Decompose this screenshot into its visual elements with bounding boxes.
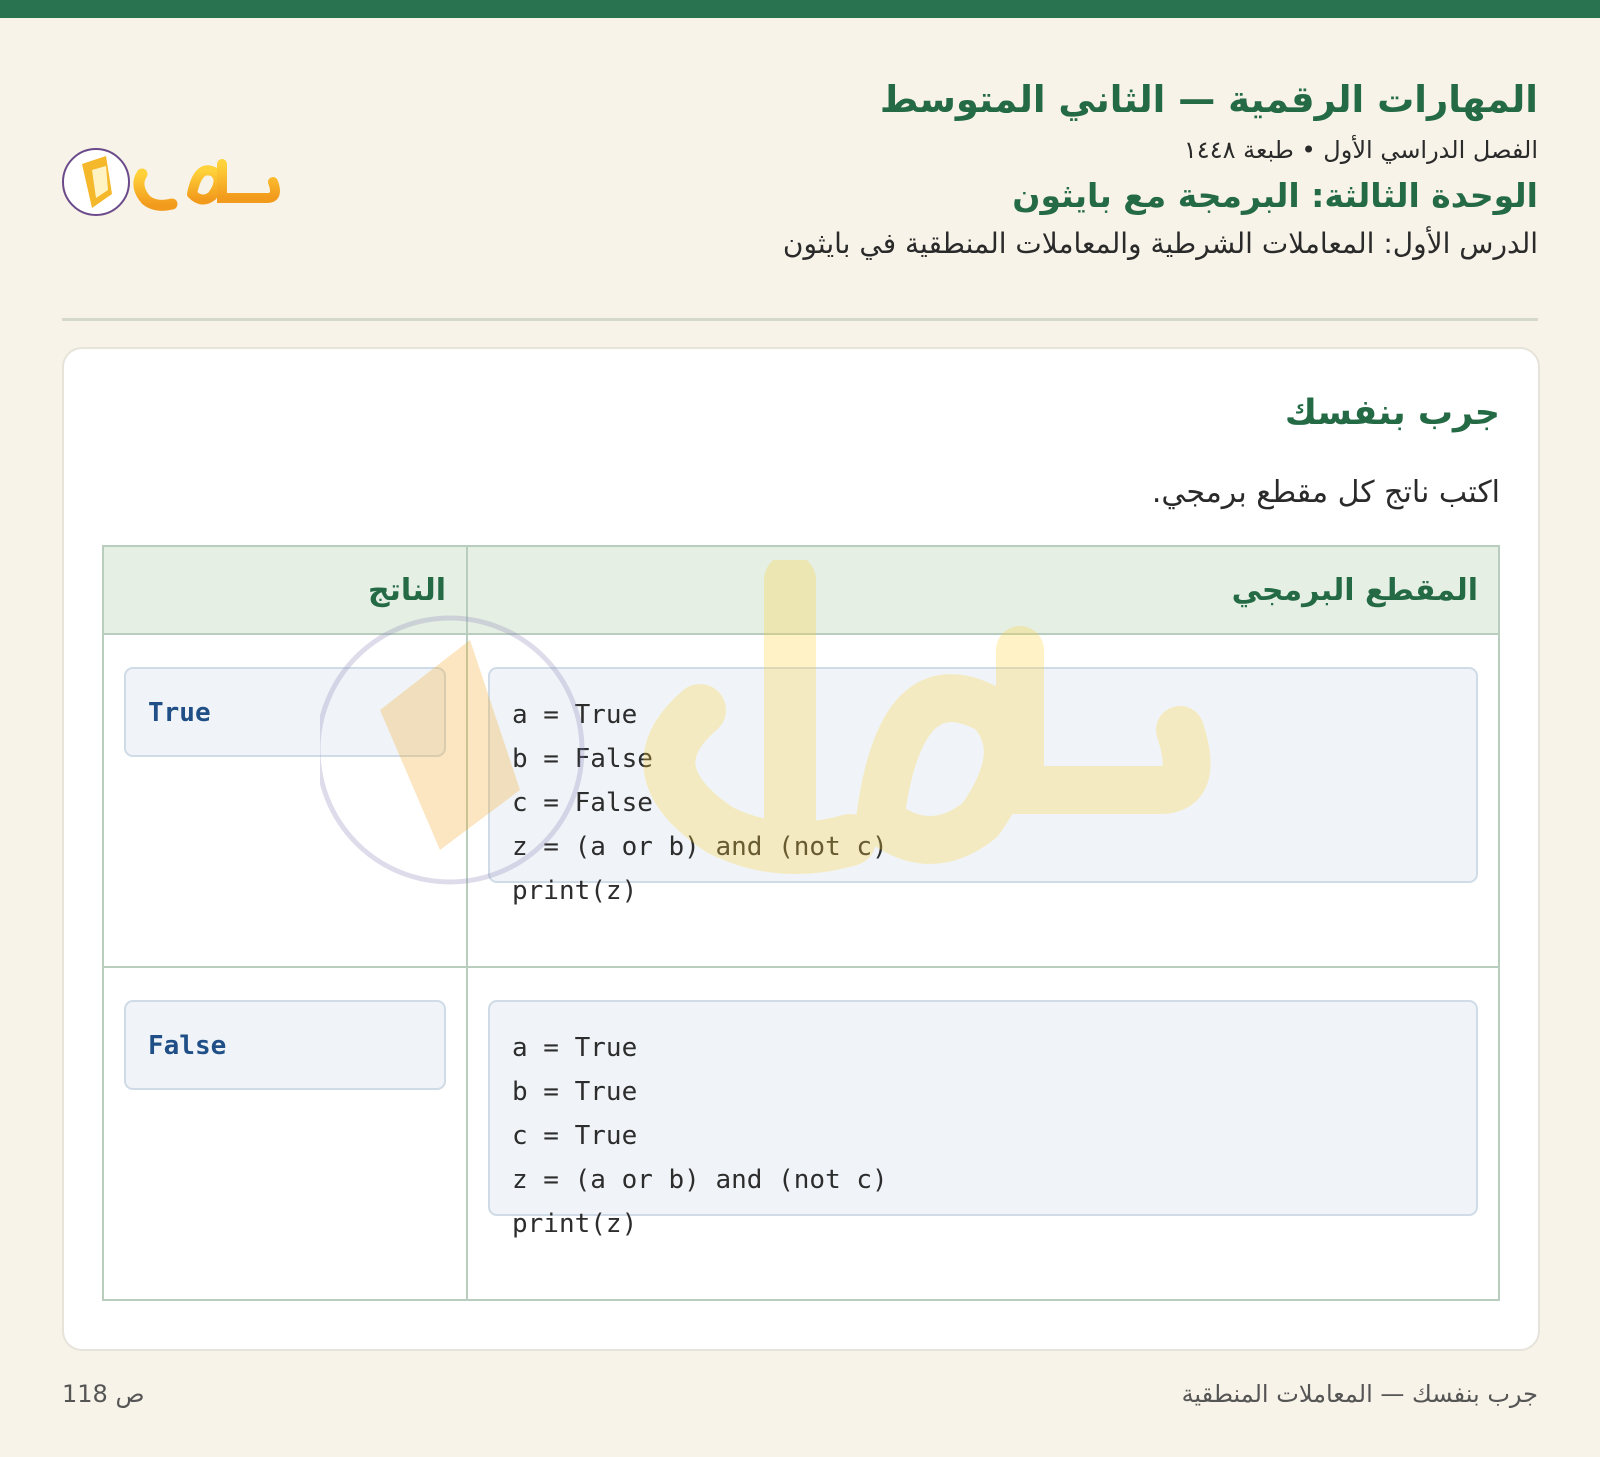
code-line: print(z) (512, 876, 638, 906)
code-line: z = (a or b) and (not c) (512, 832, 888, 862)
footer-section-label: جرب بنفسك — المعاملات المنطقية (1181, 1380, 1538, 1408)
code-cell: a = True b = True c = True z = (a or b) … (466, 966, 1500, 1301)
output-column-header: الناتج (102, 545, 468, 635)
code-snippet: a = True b = True c = True z = (a or b) … (488, 1000, 1478, 1239)
code-cell: a = True b = False c = False z = (a or b… (466, 633, 1500, 968)
code-line: c = True (512, 1121, 638, 1151)
code-column-header: المقطع البرمجي (466, 545, 1500, 635)
unit-title: الوحدة الثالثة: البرمجة مع بايثون (1012, 176, 1538, 216)
code-line: print(z) (512, 1209, 638, 1239)
top-accent-bar (0, 0, 1600, 18)
code-line: b = True (512, 1077, 638, 1107)
output-cell: False (102, 966, 468, 1301)
table-header-row: المقطع البرمجي الناتج (102, 545, 1500, 635)
output-cell: True (102, 633, 468, 968)
book-title: المهارات الرقمية — الثاني المتوسط (879, 78, 1538, 121)
exercise-instruction: اكتب ناتج كل مقطع برمجي. (1151, 475, 1500, 510)
code-snippet: a = True b = False c = False z = (a or b… (488, 667, 1478, 906)
code-line: z = (a or b) and (not c) (512, 1165, 888, 1195)
code-line: c = False (512, 788, 653, 818)
output-answer: False (124, 1000, 446, 1090)
output-answer: True (124, 667, 446, 757)
code-line: b = False (512, 744, 653, 774)
table-row: a = True b = False c = False z = (a or b… (102, 633, 1500, 968)
lesson-title: الدرس الأول: المعاملات الشرطية والمعاملا… (782, 227, 1538, 261)
hulul-logo (62, 134, 292, 224)
code-line: a = True (512, 1033, 638, 1063)
exercise-table: المقطع البرمجي الناتج a = True b = False… (102, 545, 1500, 1301)
code-line: a = True (512, 700, 638, 730)
exercise-title: جرب بنفسك (1284, 393, 1500, 433)
footer-page-number: ص 118 (62, 1380, 145, 1408)
table-row: a = True b = True c = True z = (a or b) … (102, 966, 1500, 1301)
page-header: المهارات الرقمية — الثاني المتوسط الفصل … (62, 64, 1538, 321)
term-edition: الفصل الدراسي الأول • طبعة ١٤٤٨ (1183, 136, 1538, 165)
